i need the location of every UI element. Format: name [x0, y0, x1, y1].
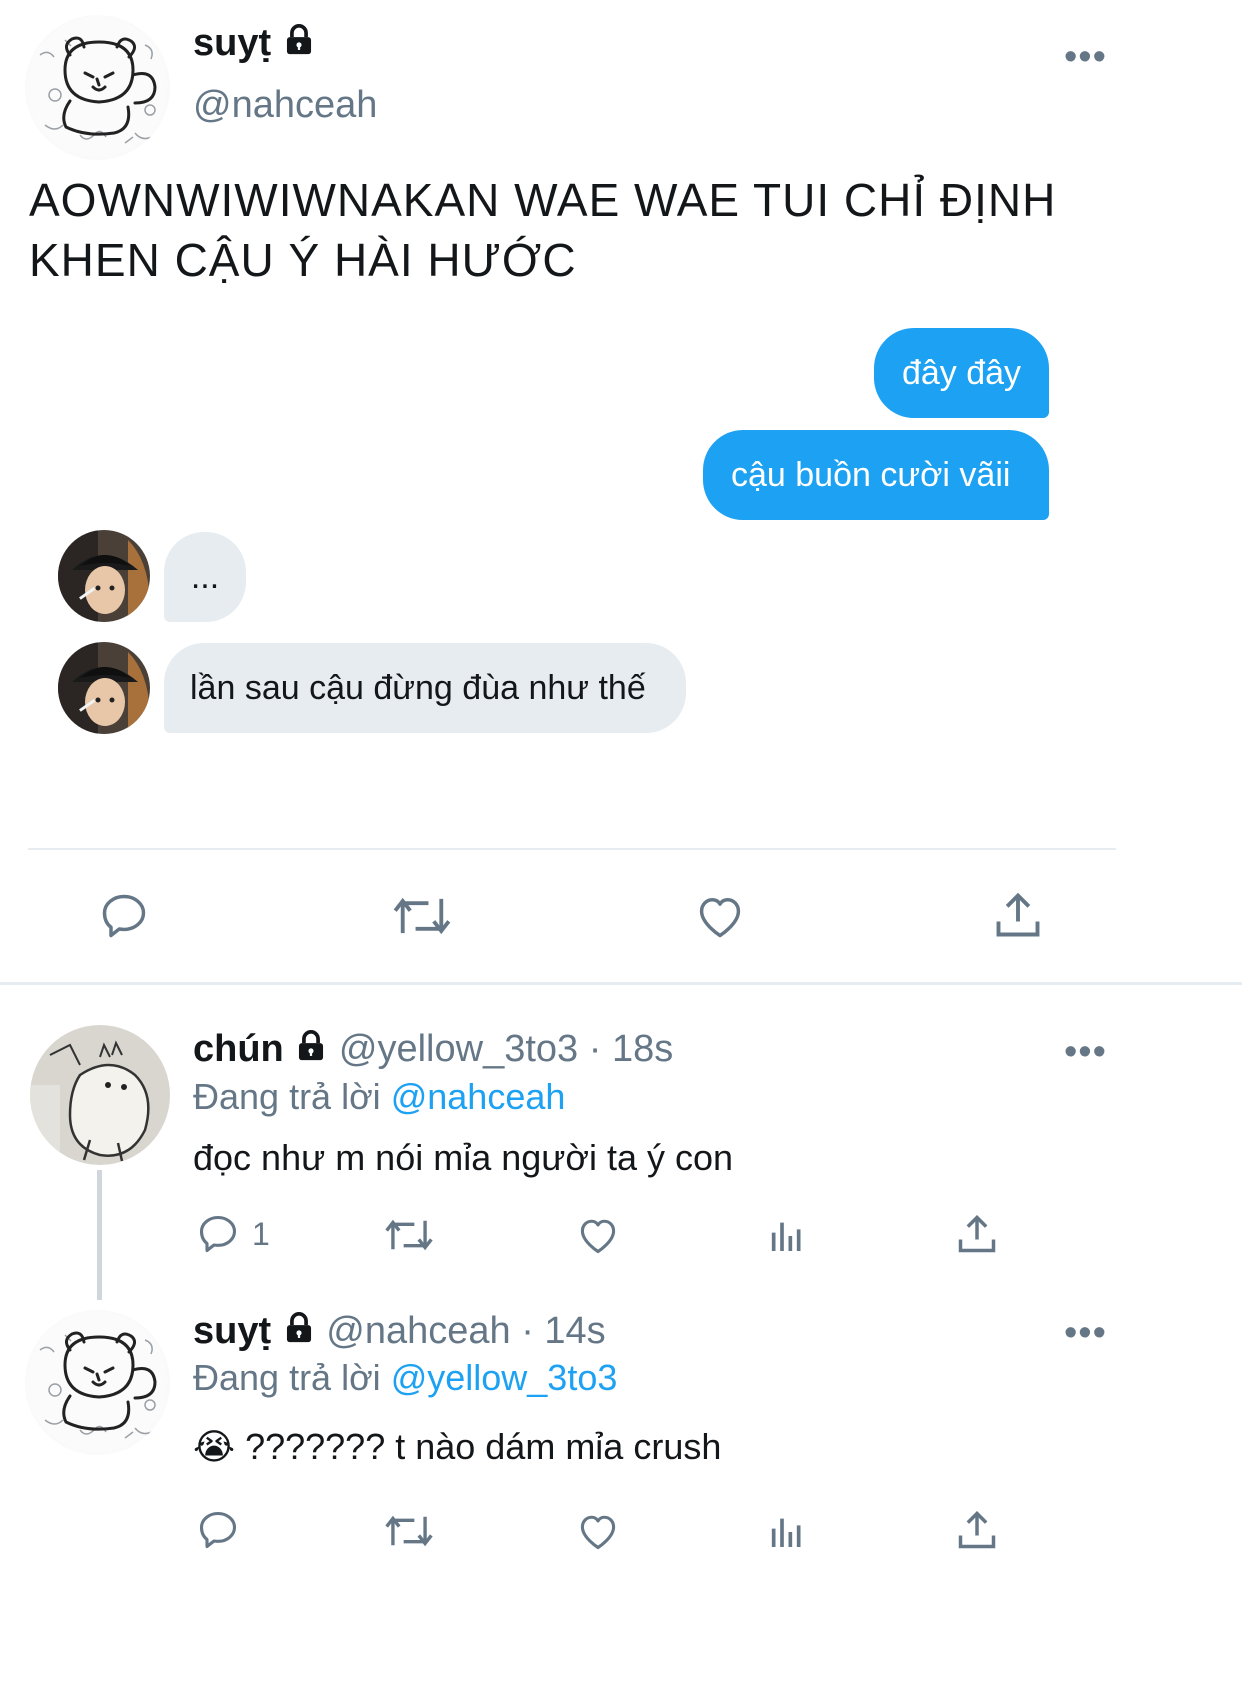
chat-partner-avatar: [58, 530, 150, 622]
author-name-row: suyṭ: [193, 22, 316, 67]
chat-bubble-received-2: lần sau cậu đừng đùa như thế: [164, 643, 686, 733]
reply-header: chún @yellow_3to3 · 18s: [193, 1028, 673, 1073]
reply-handle-time: @nahceah · 14s: [326, 1310, 606, 1352]
tweet-text-line-1: AOWNWIWIWNAKAN WAE WAE TUI CHỈ ĐỊNH: [29, 174, 1057, 226]
thread-connector: [97, 1170, 102, 1300]
reply-text: đọc như m nói mỉa người ta ý con: [193, 1137, 734, 1178]
retweet-icon: [385, 1515, 433, 1547]
chat-bubble-received-1: ...: [164, 532, 246, 622]
chat-bubble-sent-2: cậu buồn cười vãii: [703, 430, 1049, 520]
chat-received-text-1: ...: [190, 558, 220, 596]
reply-icon: [199, 1511, 237, 1549]
chat-received-text-2: lần sau cậu đừng đùa như thế: [190, 669, 646, 707]
reply-icon: [199, 1215, 237, 1253]
like-icon: [699, 898, 741, 938]
like-button[interactable]: [576, 1509, 620, 1553]
reply-author-avatar[interactable]: [25, 1310, 170, 1455]
replying-to-mention[interactable]: @yellow_3to3: [391, 1357, 618, 1398]
reply-icon: [102, 894, 146, 938]
like-icon: [580, 1515, 616, 1550]
reply-button[interactable]: 1: [196, 1212, 270, 1256]
analytics-button[interactable]: [767, 1512, 807, 1552]
more-options-button[interactable]: •••: [1064, 38, 1107, 76]
image-divider: [28, 848, 1116, 850]
like-button[interactable]: [576, 1213, 620, 1257]
replying-to-line: Đang trả lời @yellow_3to3: [193, 1357, 617, 1399]
replying-to-label: Đang trả lời: [193, 1076, 381, 1117]
share-button[interactable]: [992, 888, 1044, 942]
share-button[interactable]: [955, 1212, 999, 1256]
like-button[interactable]: [693, 890, 747, 942]
retweet-icon: [385, 1219, 433, 1251]
reply-author-avatar[interactable]: [30, 1025, 170, 1165]
retweet-icon: [393, 897, 451, 935]
reply-more-options-button[interactable]: •••: [1064, 1314, 1107, 1352]
retweet-button[interactable]: [384, 1213, 434, 1257]
author-display-name: suyṭ: [193, 22, 272, 64]
chat-bubble-sent-1: đây đây: [874, 328, 1049, 418]
chat-sent-text-2: cậu buồn cười vãii: [731, 456, 1011, 494]
reply-handle-time: @yellow_3to3 · 18s: [338, 1028, 674, 1070]
reply-header: suyṭ @nahceah · 14s: [193, 1310, 606, 1355]
replying-to-line: Đang trả lời @nahceah: [193, 1076, 565, 1118]
section-divider: [0, 982, 1242, 985]
tweet-text: AOWNWIWIWNAKAN WAE WAE TUI CHỈ ĐỊNH KHEN…: [29, 170, 1179, 290]
reply-display-name[interactable]: suyṭ: [193, 1310, 271, 1352]
retweet-button[interactable]: [392, 890, 452, 942]
reply-button[interactable]: [196, 1508, 240, 1552]
author-avatar[interactable]: [25, 15, 170, 160]
reply-count: 1: [252, 1215, 270, 1252]
bear-avatar-image: [27, 17, 167, 157]
lock-icon: [282, 23, 316, 67]
tweet-text-line-2: KHEN CẬU Ý HÀI HƯỚC: [29, 234, 577, 286]
replying-to-mention[interactable]: @nahceah: [391, 1076, 566, 1117]
analytics-icon: [771, 1222, 801, 1251]
chat-screenshot-image[interactable]: đây đây cậu buồn cười vãii ... lần sau c…: [0, 310, 1242, 830]
share-icon: [996, 892, 1040, 937]
replying-to-label: Đang trả lời: [193, 1357, 381, 1398]
chat-sent-text-1: đây đây: [901, 354, 1022, 392]
author-handle[interactable]: @nahceah: [193, 84, 377, 127]
lock-icon: [294, 1029, 328, 1073]
lock-icon: [282, 1311, 316, 1355]
reply-text: 😭 ??????? t nào dám mỉa crush: [193, 1426, 722, 1467]
reply-more-options-button[interactable]: •••: [1064, 1033, 1107, 1071]
chat-partner-avatar: [58, 642, 150, 734]
share-icon: [958, 1215, 996, 1253]
reply-display-name[interactable]: chún: [193, 1028, 284, 1070]
share-button[interactable]: [955, 1508, 999, 1552]
share-icon: [958, 1511, 996, 1549]
reply-button[interactable]: [98, 890, 150, 942]
analytics-icon: [771, 1518, 801, 1547]
like-icon: [580, 1219, 616, 1254]
analytics-button[interactable]: [767, 1216, 807, 1256]
retweet-button[interactable]: [384, 1509, 434, 1553]
